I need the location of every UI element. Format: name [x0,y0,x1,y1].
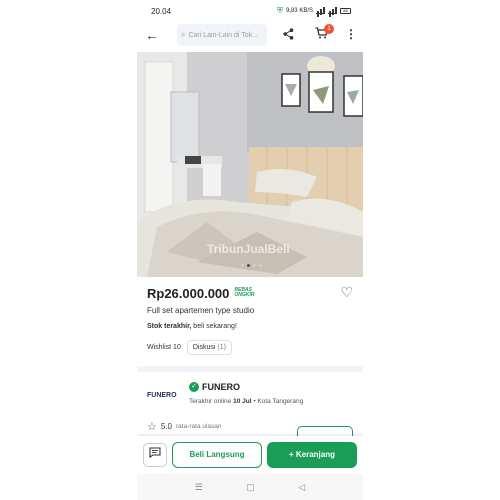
phone-screen: 20.04 ⛨ 9,83 KB/S 86 ← ⌕ Cari Lain-Lain … [137,0,363,500]
free-shipping-badge: BEBAS ONGKIR [234,288,254,298]
product-photo[interactable]: TribunJualBeli [137,52,363,277]
shop-name-row[interactable]: ✓ FUNERO [189,382,240,392]
shop-rating-row: ☆ 5.0 rata-rata ulasan [147,420,222,433]
shop-logo-text: FUNERO [147,391,177,399]
back-nav-icon[interactable]: ◁ [298,482,305,493]
wishlist-count: Wishlist 10 [147,344,181,351]
home-icon[interactable]: ▢ [246,482,255,493]
free-shipping-line2: ONGKIR [234,292,255,298]
section-divider [137,366,363,372]
add-to-cart-button[interactable]: + Keranjang [267,442,357,468]
discussion-chip[interactable]: Diskusi (1) [186,340,232,355]
status-time: 20.04 [151,6,172,16]
battery-icon: 86 [340,8,351,14]
wishlist-heart-icon[interactable]: ♡ [340,284,353,301]
discussion-count: (1) [217,344,226,351]
stock-bold: Stok terakhir, [147,323,192,330]
shop-logo[interactable]: FUNERO [147,385,183,405]
official-store-badge-icon: ✓ [189,382,199,392]
bottom-action-bar: Beli Langsung + Keranjang [137,436,363,474]
star-icon: ☆ [147,421,157,433]
back-arrow-icon[interactable]: ← [145,27,163,43]
image-pager-dots [241,264,262,267]
pager-dot [241,264,244,267]
search-icon: ⌕ [181,30,186,39]
shield-icon: ⛨ [276,6,283,15]
shop-rating: 5.0 [160,422,172,431]
photo-watermark: TribunJualBeli [207,242,290,256]
stock-notice: Stok terakhir, beli sekarang! [147,323,237,330]
shop-online-status: Terakhir online 10 Jul • Kota Tangerang [189,398,303,405]
share-icon[interactable] [283,28,294,43]
shop-name: FUNERO [202,382,240,392]
status-icons: ⛨ 9,83 KB/S 86 [277,6,351,16]
pager-dot-active [247,264,250,267]
network-speed: 9,83 KB/S [285,8,313,14]
online-location: • Kota Tangerang [251,398,304,405]
signal-icon [316,7,325,14]
price-row: Rp26.000.000 BEBAS ONGKIR ♡ [147,284,353,301]
pager-dot [253,264,256,267]
meta-row: Wishlist 10 Diskusi (1) [147,340,232,355]
chat-button[interactable] [143,443,167,467]
product-price: Rp26.000.000 [147,285,230,301]
shop-rating-label: rata-rata ulasan [176,423,222,430]
discussion-label: Diskusi [192,344,216,351]
top-bar: ← ⌕ Cari Lain-Lain di Tok... 1 ⋮ [137,22,363,48]
more-options-icon[interactable]: ⋮ [345,27,357,41]
recent-apps-icon[interactable]: ☰ [195,482,203,493]
signal-icon-2 [328,7,337,14]
product-title: Full set apartemen type studio [147,306,255,315]
status-bar: 20.04 ⛨ 9,83 KB/S 86 [137,0,363,22]
online-prefix: Terakhir online [189,398,234,405]
buy-now-button[interactable]: Beli Langsung [172,442,262,468]
system-nav-bar: ☰ ▢ ◁ [137,474,363,500]
online-date: 10 Jul [233,398,252,405]
pager-dot [259,264,262,267]
cart-count-badge: 1 [324,24,334,34]
search-input[interactable]: ⌕ Cari Lain-Lain di Tok... [177,24,267,46]
chat-icon [149,447,161,459]
stock-rest: beli sekarang! [191,323,237,330]
search-placeholder: Cari Lain-Lain di Tok... [188,31,259,39]
